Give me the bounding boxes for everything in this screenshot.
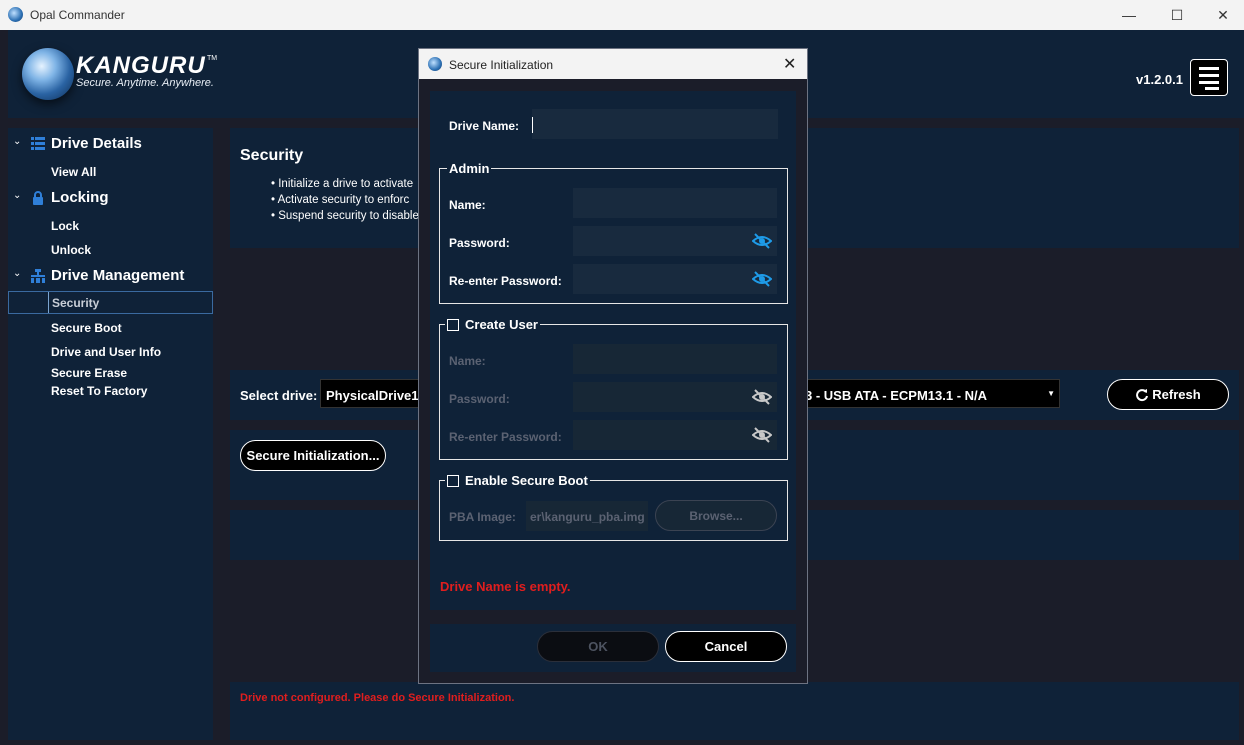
menu-bar-icon — [1199, 81, 1219, 84]
sidebar-group-drive-management[interactable]: ⌄ Drive Management — [8, 266, 213, 288]
hamburger-menu-button[interactable] — [1190, 59, 1228, 96]
create-user-legend: Create User — [445, 317, 540, 332]
user-reenter-input[interactable] — [573, 420, 777, 450]
sidebar-item-secure-erase[interactable]: Secure Erase — [51, 366, 127, 380]
ok-button[interactable]: OK — [537, 631, 659, 662]
pba-image-label: PBA Image: — [449, 510, 516, 524]
sidebar-group-label: Drive Management — [51, 267, 185, 284]
drive-select-value: PhysicalDrive1 — [326, 388, 419, 403]
drive-management-icon — [31, 269, 45, 283]
refresh-icon — [1136, 388, 1149, 401]
text-cursor — [532, 117, 533, 133]
admin-reenter-label: Re-enter Password: — [449, 274, 562, 288]
sidebar-item-security[interactable]: Security — [8, 291, 213, 314]
secure-boot-legend: Enable Secure Boot — [445, 473, 590, 488]
eye-slash-icon[interactable] — [752, 233, 772, 249]
admin-password-label: Password: — [449, 236, 510, 250]
pba-image-input[interactable]: er\kanguru_pba.img — [526, 501, 648, 531]
sidebar-group-locking[interactable]: ⌄ Locking — [8, 188, 213, 210]
menu-bar-icon — [1205, 87, 1219, 90]
lock-icon — [33, 191, 43, 205]
admin-reenter-input[interactable] — [573, 264, 777, 294]
window-titlebar: Opal Commander — ☐ ✕ — [0, 0, 1244, 30]
info-bullet: • Suspend security to disable — [271, 210, 419, 222]
app-icon — [8, 7, 23, 22]
sidebar-group-drive-details[interactable]: ⌄ Drive Details — [8, 134, 213, 156]
user-password-label: Password: — [449, 392, 510, 406]
dialog-title: Secure Initialization — [449, 58, 554, 72]
dropdown-caret-icon: ▼ — [1047, 389, 1055, 398]
info-bullet: • Activate security to enforc — [271, 194, 410, 206]
version-label: v1.2.0.1 — [1136, 72, 1183, 87]
info-bullet: • Initialize a drive to activate — [271, 178, 414, 190]
sidebar-group-label: Drive Details — [51, 135, 142, 152]
sidebar-item-view-all[interactable]: View All — [51, 165, 96, 179]
window-title: Opal Commander — [30, 8, 125, 22]
admin-password-input[interactable] — [573, 226, 777, 256]
error-message: Drive Name is empty. — [440, 579, 571, 594]
app-icon — [428, 57, 442, 71]
secure-initialization-dialog: Secure Initialization ✕ Drive Name: Admi… — [418, 48, 808, 684]
chevron-down-icon: ⌄ — [13, 190, 22, 201]
cancel-button[interactable]: Cancel — [665, 631, 787, 662]
kanguru-logo-icon — [22, 48, 74, 100]
logo-tagline: Secure. Anytime. Anywhere. — [76, 77, 214, 89]
sidebar-item-reset-to-factory[interactable]: Reset To Factory — [51, 384, 147, 398]
browse-button[interactable]: Browse... — [655, 500, 777, 531]
user-reenter-label: Re-enter Password: — [449, 430, 562, 444]
sidebar: ⌄ Drive Details View All ⌄ Locking Lock … — [8, 128, 213, 740]
sidebar-item-secure-boot[interactable]: Secure Boot — [51, 321, 122, 335]
minimize-button[interactable]: — — [1106, 0, 1152, 30]
user-name-label: Name: — [449, 354, 486, 368]
menu-bar-icon — [1199, 74, 1219, 77]
drive-select-value-detail: 3 - USB ATA - ECPM13.1 - N/A — [805, 388, 988, 403]
eye-slash-icon[interactable] — [752, 271, 772, 287]
admin-name-input[interactable] — [573, 188, 777, 218]
eye-slash-icon[interactable] — [752, 389, 772, 405]
close-window-button[interactable]: ✕ — [1200, 0, 1244, 30]
drive-name-label: Drive Name: — [449, 119, 520, 133]
user-name-input[interactable] — [573, 344, 777, 374]
page-title: Security — [240, 147, 304, 164]
admin-name-label: Name: — [449, 198, 486, 212]
dialog-titlebar: Secure Initialization ✕ — [419, 49, 807, 79]
enable-secure-boot-checkbox[interactable] — [447, 475, 459, 487]
menu-bar-icon — [1199, 67, 1219, 70]
create-user-checkbox[interactable] — [447, 319, 459, 331]
eye-slash-icon[interactable] — [752, 427, 772, 443]
sidebar-item-unlock[interactable]: Unlock — [51, 243, 91, 257]
user-password-input[interactable] — [573, 382, 777, 412]
sidebar-group-label: Locking — [51, 189, 109, 206]
pba-image-value: er\kanguru_pba.img — [530, 510, 645, 524]
logo-text: KANGURU — [76, 52, 206, 79]
chevron-down-icon: ⌄ — [13, 136, 22, 147]
select-drive-label: Select drive: — [240, 388, 318, 403]
chevron-down-icon: ⌄ — [13, 268, 22, 279]
secure-initialization-button[interactable]: Secure Initialization... — [240, 440, 386, 471]
dialog-close-button[interactable]: ✕ — [783, 54, 796, 74]
selection-indicator — [48, 292, 49, 313]
sidebar-item-lock[interactable]: Lock — [51, 219, 79, 233]
list-icon — [31, 137, 45, 150]
refresh-label: Refresh — [1152, 387, 1201, 402]
sidebar-item-drive-and-user-info[interactable]: Drive and User Info — [51, 345, 161, 359]
drive-name-input[interactable] — [532, 109, 778, 139]
sidebar-item-label: Security — [52, 296, 100, 310]
refresh-button[interactable]: Refresh — [1107, 379, 1229, 410]
admin-legend: Admin — [447, 161, 492, 176]
status-message: Drive not configured. Please do Secure I… — [240, 692, 515, 704]
status-panel — [230, 682, 1239, 740]
maximize-button[interactable]: ☐ — [1154, 0, 1200, 30]
logo-trademark: TM — [207, 55, 218, 62]
